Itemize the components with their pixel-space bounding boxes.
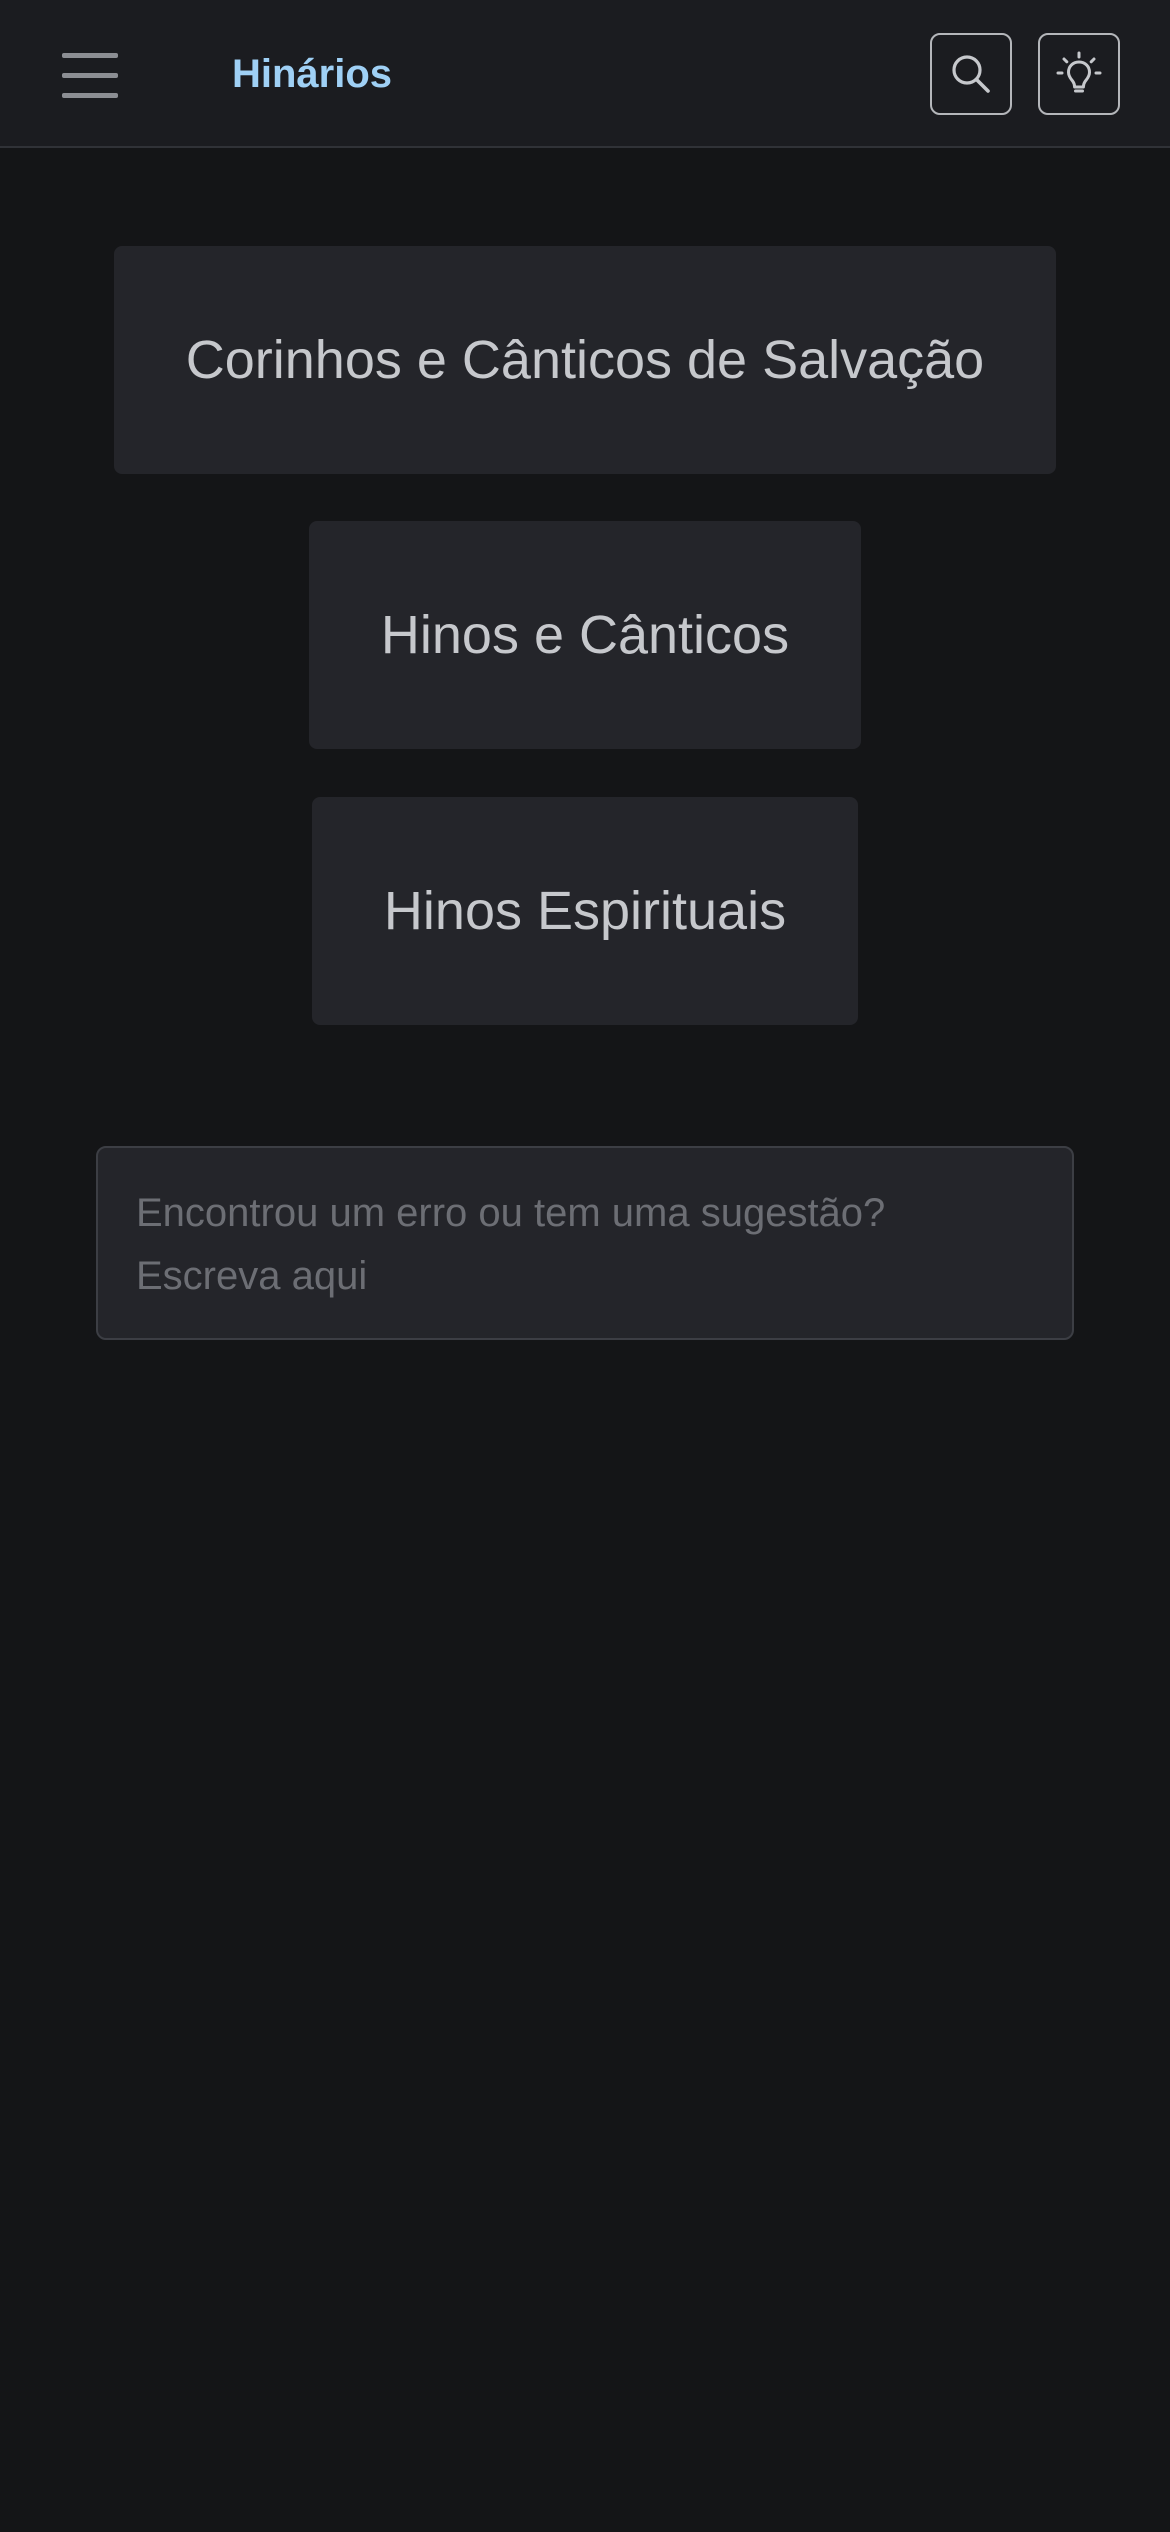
search-button[interactable]: [930, 33, 1012, 115]
category-hinos-espirituais[interactable]: Hinos Espirituais: [312, 797, 858, 1025]
category-corinhos-e-canticos-de-salvacao[interactable]: Corinhos e Cânticos de Salvação: [114, 246, 1056, 474]
lightbulb-icon: [1056, 51, 1102, 93]
category-hinos-e-canticos[interactable]: Hinos e Cânticos: [309, 521, 861, 749]
app-title[interactable]: Hinários: [232, 48, 392, 100]
theme-toggle-button[interactable]: [1038, 33, 1120, 115]
menu-line: [62, 93, 118, 98]
hamburger-menu-icon[interactable]: [50, 39, 130, 109]
search-icon: [952, 55, 990, 93]
menu-line: [62, 73, 118, 78]
menu-line: [62, 53, 118, 58]
feedback-input[interactable]: [96, 1146, 1074, 1340]
top-bar: Hinários: [0, 0, 1170, 148]
